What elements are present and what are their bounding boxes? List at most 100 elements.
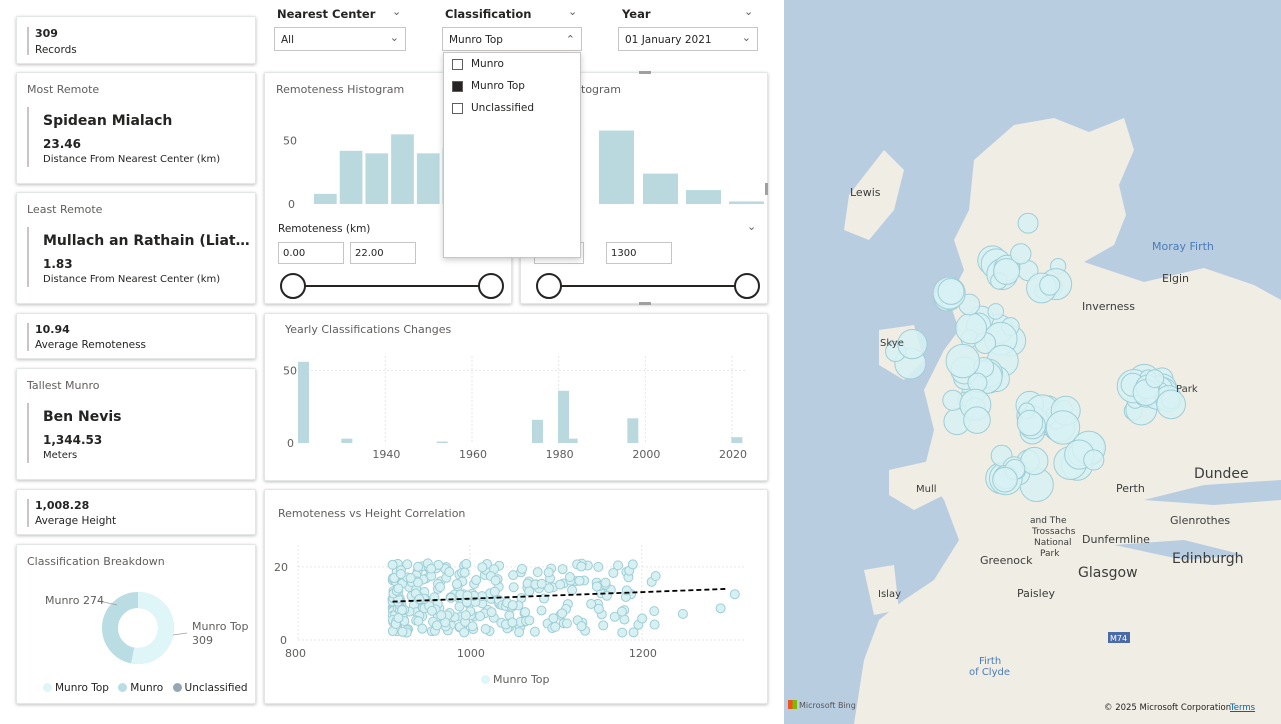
year-bar (298, 361, 309, 443)
avg-height-card[interactable]: 1,008.28 Average Height (16, 489, 256, 535)
scatter-point (564, 572, 575, 583)
map-label-of-clyde: of Clyde (969, 667, 1010, 678)
year-dropdown[interactable]: 01 January 2021 ⌄ (618, 27, 758, 51)
histogram-bar (729, 201, 764, 204)
chevron-down-icon[interactable]: ⌄ (744, 5, 753, 18)
scatter-point (536, 578, 547, 589)
scatter-point (507, 617, 518, 628)
chevron-down-icon[interactable]: ⌄ (568, 5, 577, 18)
classification-donut-card[interactable]: Classification Breakdown Munro 274 Munro… (16, 544, 256, 704)
remoteness-max-input[interactable]: 22.00 (350, 242, 416, 264)
munro-bubble[interactable] (993, 257, 1020, 285)
munro-bubble[interactable] (1017, 212, 1039, 234)
nearest-center-dropdown[interactable]: All ⌄ (274, 27, 406, 51)
scatter-point (548, 613, 559, 624)
histogram-bar (391, 134, 414, 204)
year-bar (341, 438, 353, 443)
checkbox[interactable] (452, 102, 463, 114)
option-unclassified[interactable]: Unclassified (452, 102, 534, 114)
remoteness-min-input[interactable]: 0.00 (278, 242, 344, 264)
donut-label-munro: Munro 274 (45, 594, 104, 607)
avg-height-value: 1,008.28 (35, 499, 90, 512)
remoteness-slider-track[interactable] (293, 285, 491, 287)
map-label-moray-firth: Moray Firth (1152, 240, 1214, 253)
map-terms-link[interactable]: Terms (1230, 703, 1255, 713)
least-remote-label: Distance From Nearest Center (km) (43, 274, 221, 285)
chevron-down-icon[interactable]: ⌄ (392, 5, 401, 18)
most-remote-card[interactable]: Most Remote Spidean Mialach 23.46 Distan… (16, 72, 256, 184)
accent-bar (27, 27, 29, 55)
legend-item-unclassified[interactable]: Unclassified (172, 682, 248, 694)
remoteness-slider-max-handle[interactable] (478, 273, 504, 299)
y-tick-label: 0 (287, 437, 294, 450)
histogram-bar (599, 130, 634, 204)
scatter-point (543, 567, 554, 578)
tallest-label: Meters (43, 450, 78, 461)
map-label-dunfermline: Dunfermline (1082, 533, 1150, 546)
x-tick-label: 1980 (546, 448, 574, 461)
munro-bubble[interactable] (945, 343, 980, 379)
map-label-inverness: Inverness (1082, 300, 1135, 313)
chevron-down-icon[interactable]: ⌄ (747, 220, 756, 233)
map-label-skye: Skye (880, 338, 904, 349)
classification-dropdown[interactable]: Munro Top ⌃ (442, 27, 582, 51)
map-label-glasgow: Glasgow (1078, 565, 1138, 581)
munro-bubble[interactable] (937, 277, 965, 305)
scatter-point (514, 627, 525, 638)
records-label: Records (35, 44, 77, 56)
legend-item-munro-top[interactable]: Munro Top (43, 682, 109, 694)
map-label-national: National (1034, 538, 1072, 548)
height-max-input[interactable]: 1300 (606, 242, 672, 264)
legend-item-munro[interactable]: Munro (118, 682, 163, 694)
year-bar (731, 437, 743, 443)
scatter-point (417, 623, 428, 634)
munro-bubble[interactable] (1145, 369, 1165, 389)
height-slider-min-handle[interactable] (536, 273, 562, 299)
map-label-greenock: Greenock (980, 554, 1033, 567)
checkbox[interactable] (452, 58, 463, 70)
resize-handle[interactable] (639, 302, 651, 305)
option-munro-top[interactable]: Munro Top (452, 80, 525, 92)
scatter-point (467, 621, 478, 632)
munro-bubble[interactable] (1039, 274, 1061, 296)
bing-logo: Microsoft Bing (788, 700, 856, 710)
avg-remoteness-card[interactable]: 10.94 Average Remoteness (16, 313, 256, 359)
least-remote-card[interactable]: Least Remote Mullach an Rathain (Liatha.… (16, 192, 256, 304)
resize-handle[interactable] (639, 71, 651, 74)
checkbox-checked[interactable] (452, 80, 463, 92)
map-visual[interactable]: Lewis Moray Firth Elgin Inverness Skye P… (784, 0, 1281, 724)
munro-bubble[interactable] (987, 303, 1005, 320)
scatter-card[interactable]: Remoteness vs Height Correlation 0 20 800 1… (264, 489, 768, 704)
munro-bubble[interactable] (992, 466, 1018, 493)
tallest-title: Tallest Munro (27, 379, 100, 392)
scatter-legend[interactable]: Munro Top (481, 673, 550, 686)
tallest-munro-card[interactable]: Tallest Munro Ben Nevis 1,344.53 Meters (16, 368, 256, 480)
scatter-point (460, 610, 471, 621)
munro-bubble[interactable] (1016, 409, 1044, 437)
scatter-point (445, 592, 456, 603)
munro-bubble[interactable] (1083, 449, 1105, 471)
most-remote-label: Distance From Nearest Center (km) (43, 154, 221, 165)
chevron-down-icon: ⌄ (741, 31, 751, 44)
height-slider-track[interactable] (549, 285, 747, 287)
scatter-point (576, 561, 587, 572)
munro-bubble[interactable] (955, 312, 988, 345)
report-canvas: 309 Records Most Remote Spidean Mialach … (0, 0, 784, 724)
option-munro[interactable]: Munro (452, 58, 504, 70)
scatter-point (397, 626, 408, 637)
nearest-center-value: All (281, 34, 295, 46)
munro-bubble[interactable] (963, 406, 991, 434)
scatter-point (557, 608, 568, 619)
remoteness-slider-min-handle[interactable] (280, 273, 306, 299)
yearly-changes-card[interactable]: Yearly Classifications Changes 0 50 1940 19… (264, 313, 768, 481)
resize-handle[interactable] (765, 183, 768, 195)
scatter-point (591, 581, 602, 592)
avg-remoteness-label: Average Remoteness (35, 339, 147, 351)
height-slider-max-handle[interactable] (734, 273, 760, 299)
scatter-point (637, 613, 648, 624)
accent-bar (27, 107, 29, 167)
accent-bar (27, 323, 29, 351)
records-kpi-card[interactable]: 309 Records (16, 16, 256, 64)
y-tick-label: 50 (283, 135, 297, 148)
scatter-point (555, 579, 566, 590)
